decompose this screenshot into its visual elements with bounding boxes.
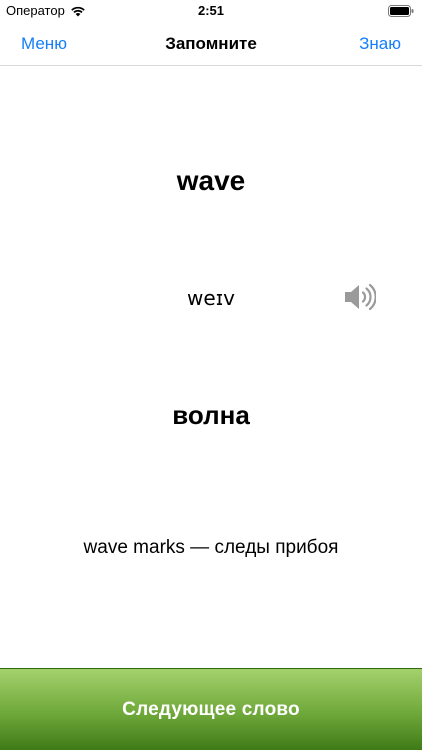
- word-text: wave: [176, 165, 246, 196]
- navigation-bar: Меню Запомните Знаю: [0, 22, 422, 66]
- example-text: wave marks — следы прибоя: [83, 537, 339, 558]
- next-word-button[interactable]: Следующее слово: [0, 668, 422, 750]
- battery-icon: [388, 5, 414, 17]
- status-time: 2:51: [197, 3, 225, 18]
- translation-text: волна: [172, 400, 250, 430]
- next-word-label: Следующее слово: [122, 698, 300, 720]
- status-bar: Оператор 2:51: [0, 0, 422, 22]
- speaker-icon[interactable]: [342, 282, 376, 312]
- know-button[interactable]: Знаю: [359, 22, 401, 65]
